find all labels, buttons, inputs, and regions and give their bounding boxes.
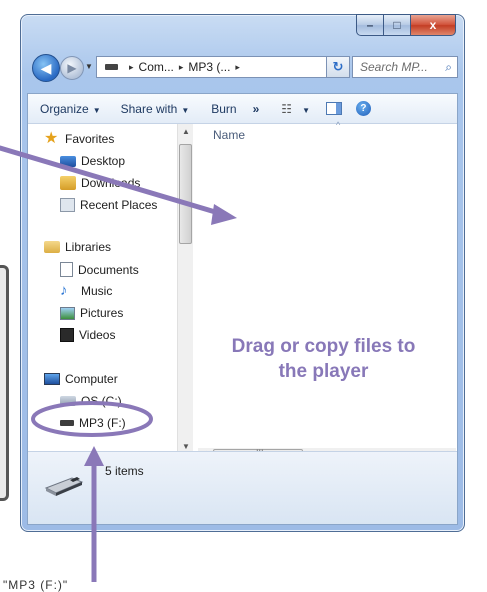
- minimize-button[interactable]: –: [356, 14, 384, 36]
- back-arrow-icon: ◀: [40, 59, 52, 76]
- breadcrumb-separator[interactable]: ▸: [179, 62, 184, 73]
- more-commands-button[interactable]: »: [253, 102, 260, 116]
- close-button[interactable]: x: [411, 14, 456, 36]
- forward-arrow-icon: ▶: [67, 61, 77, 75]
- explorer-body: Organize ▼ Share with ▼ Burn » ☷ ▼ ? ★ Fav…: [27, 93, 458, 525]
- help-icon[interactable]: ?: [355, 101, 371, 116]
- sort-ascending-icon: ^: [336, 120, 341, 130]
- nav-os-drive[interactable]: OS (C:): [60, 394, 122, 408]
- caption-buttons: – □ x: [356, 14, 456, 36]
- nav-documents[interactable]: Documents: [60, 262, 139, 277]
- drop-hint: Drag or copy files to the player: [196, 334, 451, 384]
- navigation-pane: ★ Favorites Desktop Downloads Recent Pla…: [28, 124, 177, 454]
- nav-mp3-drive[interactable]: MP3 (F:): [60, 416, 126, 430]
- bottom-callout-label: "MP3 (F:)": [3, 578, 69, 592]
- recent-places-icon: [60, 198, 75, 212]
- nav-libraries[interactable]: Libraries: [44, 240, 111, 254]
- column-header-name[interactable]: Name: [213, 128, 245, 142]
- details-pane: 5 items: [28, 451, 457, 524]
- command-bar: Organize ▼ Share with ▼ Burn » ☷ ▼ ?: [28, 94, 457, 124]
- scroll-down-icon[interactable]: ▼: [182, 442, 190, 451]
- hard-drive-icon: [60, 396, 76, 406]
- share-with-button[interactable]: Share with ▼: [121, 102, 190, 116]
- nav-videos[interactable]: Videos: [60, 328, 115, 342]
- change-view-icon[interactable]: ☷: [281, 102, 292, 116]
- computer-icon: [44, 373, 60, 385]
- left-callout-bracket: [0, 265, 9, 501]
- nav-computer[interactable]: Computer: [44, 372, 118, 386]
- burn-button[interactable]: Burn: [211, 102, 236, 116]
- downloads-folder-icon: [60, 176, 76, 190]
- search-icon[interactable]: ⌕: [445, 60, 452, 75]
- back-button[interactable]: ◀: [32, 54, 60, 82]
- search-box[interactable]: ⌕: [352, 56, 458, 78]
- drive-icon: [105, 64, 118, 70]
- nav-recent-places[interactable]: Recent Places: [60, 198, 157, 212]
- documents-icon: [60, 262, 73, 277]
- nav-pictures[interactable]: Pictures: [60, 306, 123, 320]
- recent-pages-dropdown[interactable]: ▼: [85, 62, 93, 71]
- scroll-up-icon[interactable]: ▲: [182, 127, 190, 136]
- nav-favorites[interactable]: ★ Favorites: [44, 130, 114, 147]
- nav-downloads[interactable]: Downloads: [60, 176, 140, 190]
- pictures-icon: [60, 306, 75, 320]
- explorer-window: – □ x ◀ ▶ ▼ ▸ Com... ▸ MP3 (... ▸ ▼ ↻ ⌕ …: [20, 14, 465, 532]
- libraries-icon: [44, 241, 60, 253]
- scrollbar-thumb[interactable]: [179, 144, 192, 244]
- breadcrumb-computer[interactable]: Com...: [139, 60, 174, 74]
- usb-drive-icon: [44, 477, 84, 496]
- address-bar[interactable]: ▸ Com... ▸ MP3 (... ▸ ▼: [96, 56, 344, 78]
- removable-drive-icon: [60, 420, 74, 426]
- drop-hint-line: Drag or copy files to: [231, 336, 416, 357]
- maximize-button[interactable]: □: [384, 14, 411, 36]
- nav-desktop[interactable]: Desktop: [60, 154, 125, 168]
- breadcrumb-separator[interactable]: ▸: [129, 62, 134, 73]
- view-options-dropdown[interactable]: ▼: [298, 102, 310, 116]
- desktop-icon: [60, 155, 76, 167]
- drop-hint-line: the player: [278, 361, 369, 382]
- chevron-down-icon: ▼: [302, 105, 310, 115]
- star-icon: ★: [44, 130, 59, 147]
- refresh-icon: ↻: [332, 59, 344, 74]
- videos-icon: [60, 328, 74, 342]
- refresh-button[interactable]: ↻: [326, 56, 350, 78]
- navigation-pane-scrollbar[interactable]: ▲ ▼: [177, 124, 193, 454]
- chevron-down-icon: ▼: [181, 105, 190, 115]
- preview-pane-icon[interactable]: [325, 102, 342, 115]
- music-note-icon: ♪: [60, 282, 68, 299]
- forward-button[interactable]: ▶: [60, 56, 84, 80]
- item-count: 5 items: [105, 464, 144, 478]
- organize-button[interactable]: Organize ▼: [40, 102, 101, 116]
- search-input[interactable]: [358, 59, 440, 75]
- nav-music[interactable]: ♪ Music: [60, 282, 112, 299]
- breadcrumb-mp3[interactable]: MP3 (...: [188, 60, 230, 74]
- chevron-down-icon: ▼: [92, 105, 101, 115]
- breadcrumb-separator[interactable]: ▸: [235, 62, 240, 73]
